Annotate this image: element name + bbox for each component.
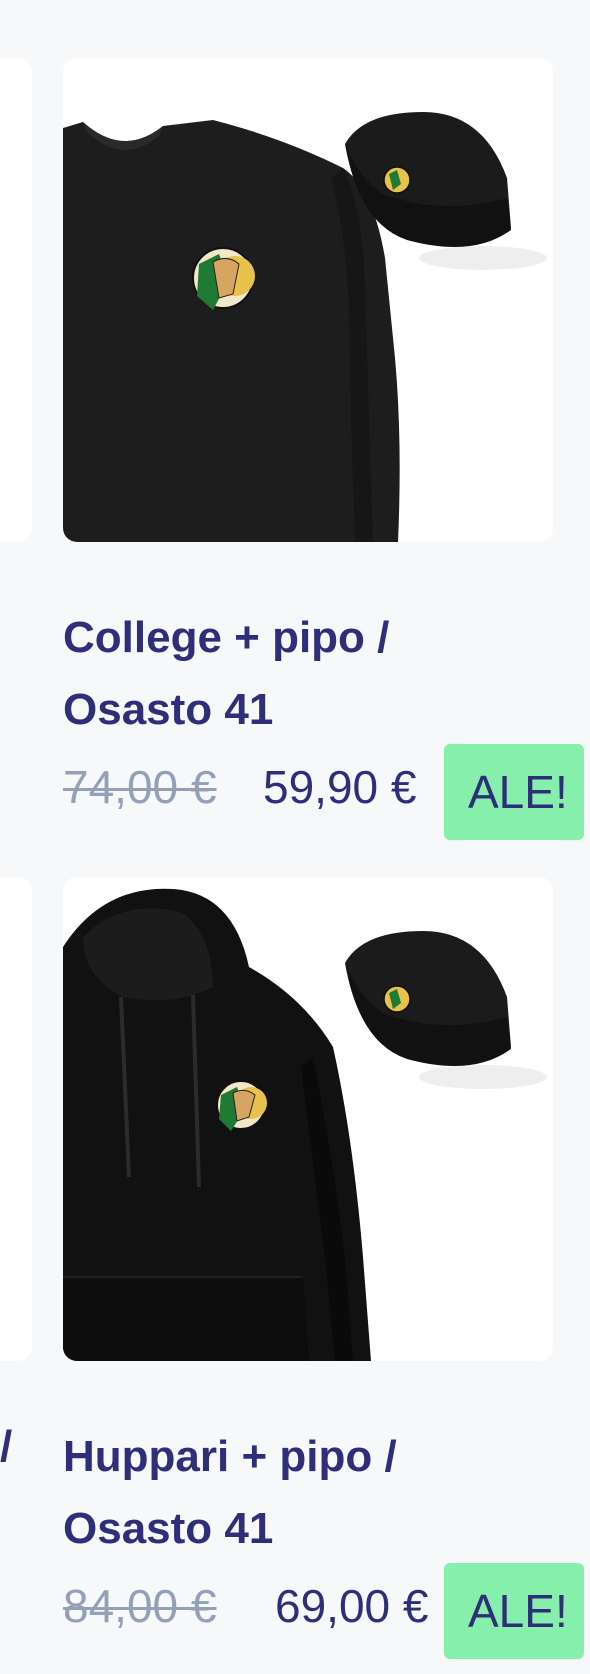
prev-product-title-fragment[interactable]: / <box>0 1422 12 1472</box>
sweatshirt-beanie-image <box>63 58 553 542</box>
product-card: Huppari + pipo / Osasto 41 84,00 € 69,00… <box>63 877 584 1659</box>
original-price: 74,00 € <box>63 761 217 813</box>
hoodie-beanie-image <box>63 877 553 1361</box>
sale-badge: ALE! <box>444 744 584 840</box>
product-image-link[interactable] <box>63 58 553 542</box>
prev-product-image[interactable] <box>0 58 32 542</box>
prev-product-image[interactable] <box>0 877 32 1361</box>
sale-price: 69,00 € <box>275 1580 429 1632</box>
product-title-link[interactable]: College + pipo / Osasto 41 <box>63 602 533 746</box>
price-row: 74,00 € 59,90 € ALE! <box>63 744 584 840</box>
sale-badge: ALE! <box>444 1563 584 1659</box>
original-price: 84,00 € <box>63 1580 217 1632</box>
product-card: College + pipo / Osasto 41 74,00 € 59,90… <box>63 58 584 840</box>
product-grid: / College + pipo / Osasto 41 74,00 € 59,… <box>0 0 590 1674</box>
sale-price: 59,90 € <box>263 761 417 813</box>
price-row: 84,00 € 69,00 € ALE! <box>63 1563 584 1659</box>
product-image-link[interactable] <box>63 877 553 1361</box>
product-title-link[interactable]: Huppari + pipo / Osasto 41 <box>63 1421 533 1565</box>
